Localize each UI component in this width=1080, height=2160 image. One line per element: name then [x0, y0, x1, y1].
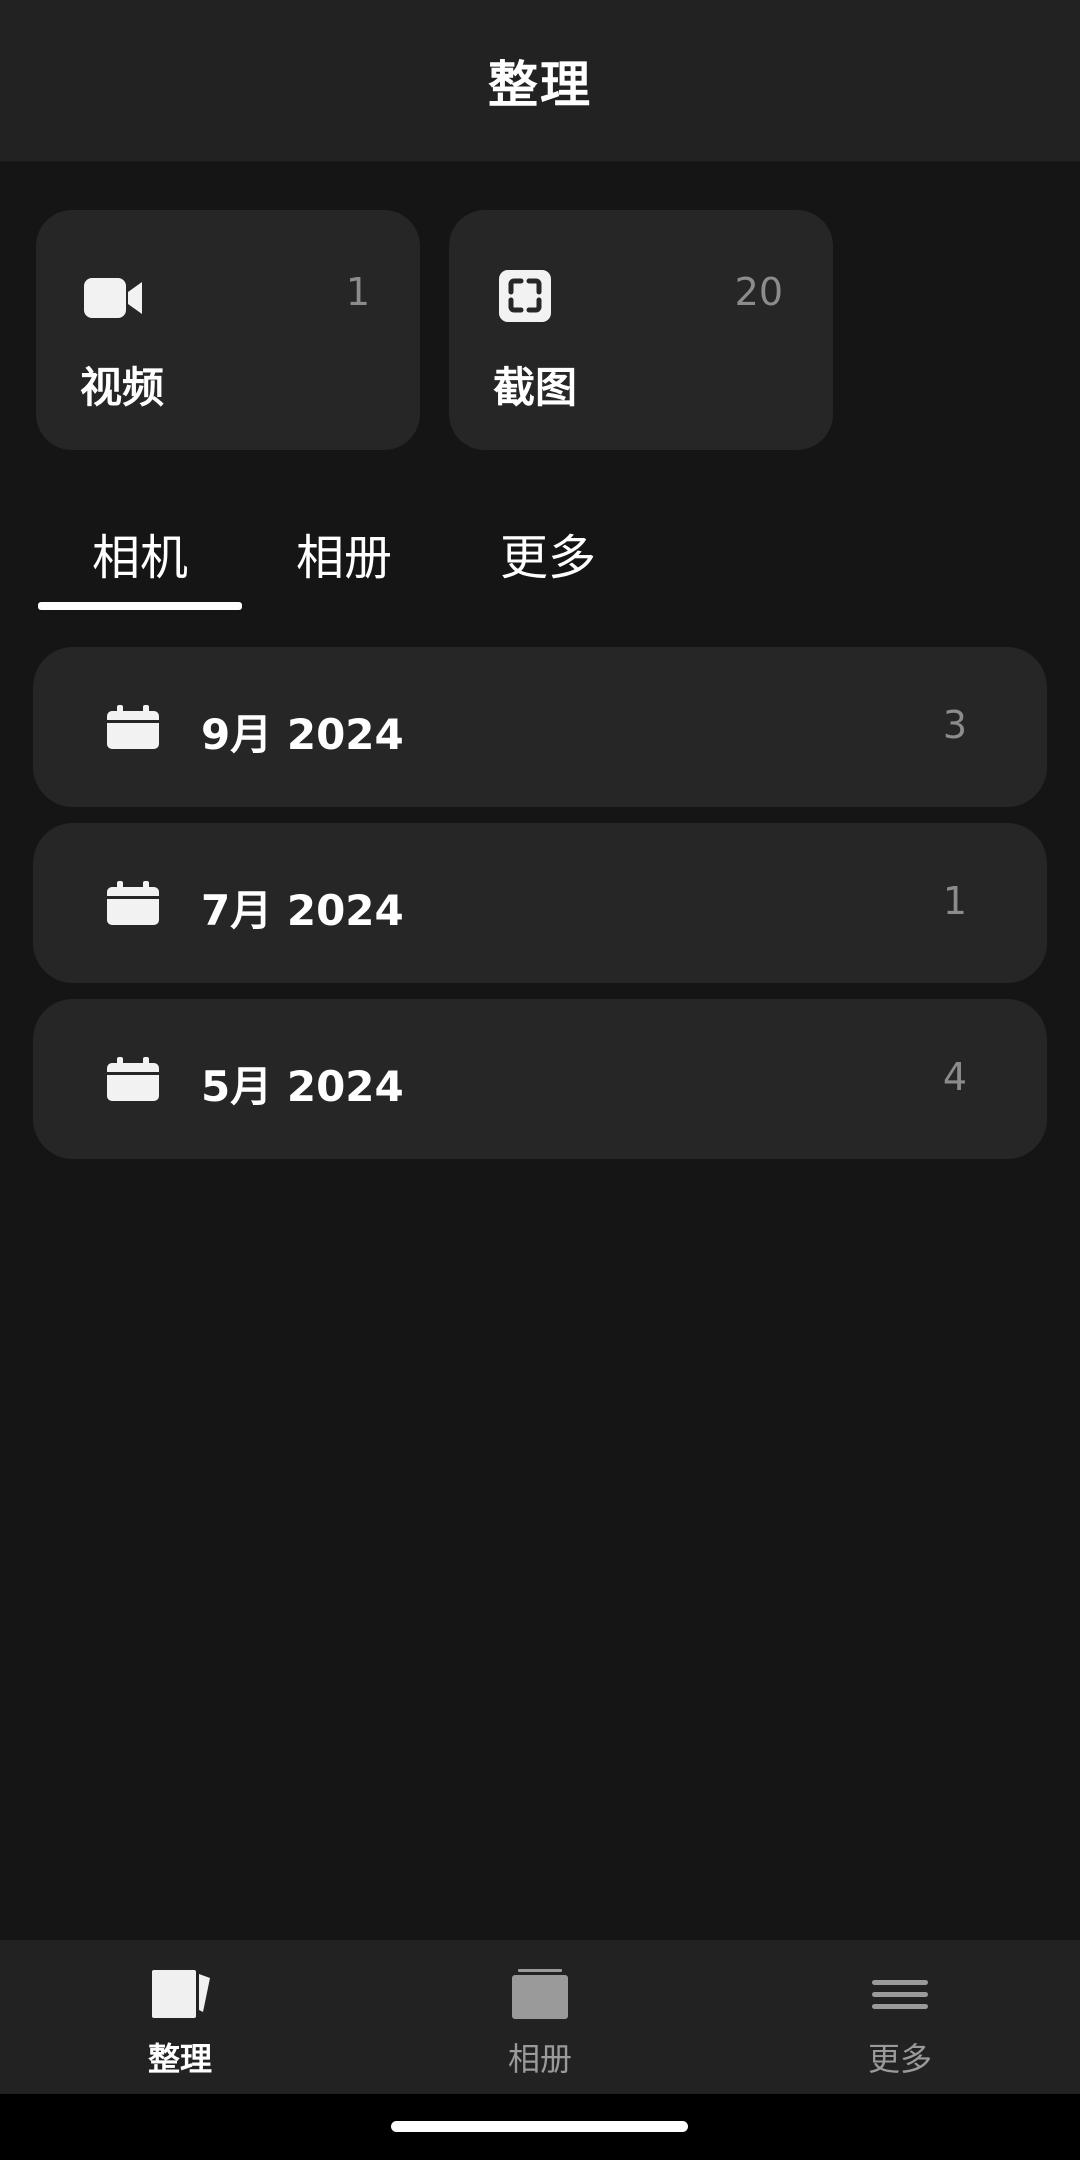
- screenshot-category-card[interactable]: 20 截图: [449, 210, 833, 450]
- nav-label-album: 相册: [507, 2040, 572, 2078]
- tab-album[interactable]: 相册: [242, 518, 446, 588]
- video-camera-icon: [84, 278, 142, 318]
- screenshot-label: 截图: [493, 363, 578, 412]
- organize-icon: [152, 1970, 210, 2018]
- video-label: 视频: [80, 363, 165, 412]
- tab-more[interactable]: 更多: [446, 518, 650, 588]
- calendar-icon: [107, 881, 159, 925]
- nav-item-organize[interactable]: 整理: [0, 1940, 360, 2094]
- home-gesture-bar[interactable]: [391, 2121, 688, 2132]
- page-title: 整理: [488, 55, 592, 114]
- video-category-card[interactable]: 1 视频: [36, 210, 420, 450]
- calendar-icon: [107, 705, 159, 749]
- nav-item-album[interactable]: 相册: [360, 1940, 720, 2094]
- video-count: 1: [345, 270, 370, 314]
- month-label: 5月 2024: [201, 1062, 404, 1111]
- calendar-icon: [107, 1057, 159, 1101]
- screenshot-count: 20: [734, 270, 783, 314]
- screenshot-icon: [499, 270, 551, 322]
- month-label: 7月 2024: [201, 886, 404, 935]
- app-header: 整理: [0, 0, 1080, 162]
- system-gesture-area: [0, 2094, 1080, 2160]
- month-count: 4: [942, 1055, 967, 1099]
- month-count: 1: [942, 879, 967, 923]
- list-item[interactable]: 7月 2024 1: [33, 823, 1047, 983]
- list-item[interactable]: 5月 2024 4: [33, 999, 1047, 1159]
- nav-label-organize: 整理: [147, 2040, 212, 2078]
- month-list: 9月 2024 3 7月 2024 1 5月 2024 4: [33, 647, 1047, 1175]
- month-label: 9月 2024: [201, 710, 404, 759]
- tab-camera[interactable]: 相机: [38, 518, 242, 588]
- list-item[interactable]: 9月 2024 3: [33, 647, 1047, 807]
- bottom-navigation: 整理 相册 更多: [0, 1940, 1080, 2094]
- source-tabs: 相机 相册 更多: [38, 500, 1038, 610]
- active-tab-indicator: [38, 602, 242, 610]
- nav-label-more: 更多: [867, 2040, 932, 2078]
- month-count: 3: [942, 703, 967, 747]
- menu-icon: [872, 1980, 928, 2009]
- album-icon: [512, 1969, 568, 2019]
- nav-item-more[interactable]: 更多: [720, 1940, 1080, 2094]
